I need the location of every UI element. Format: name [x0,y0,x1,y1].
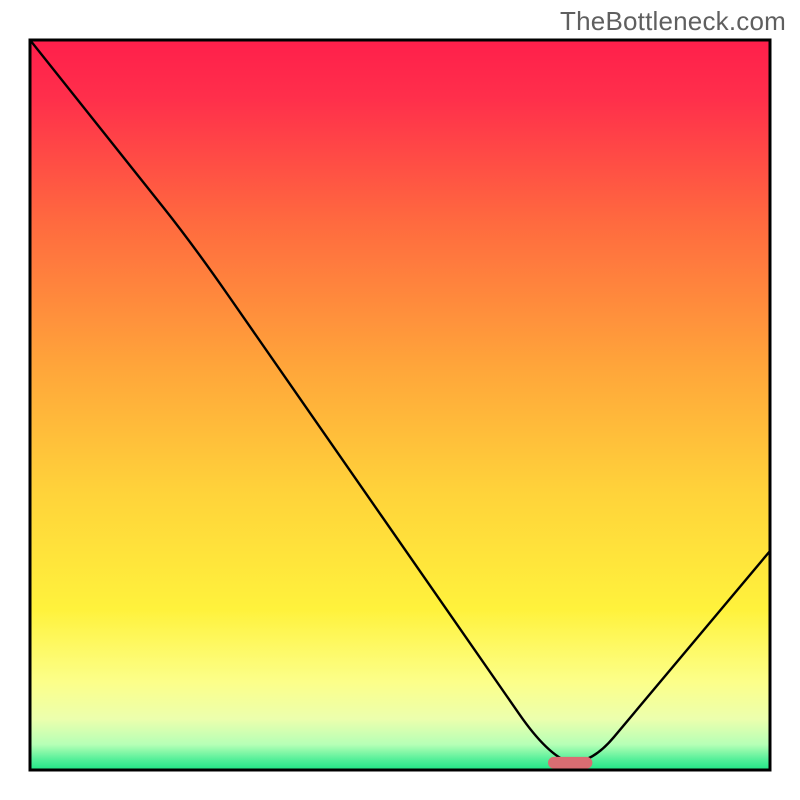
bottleneck-chart [0,0,800,800]
chart-container: TheBottleneck.com [0,0,800,800]
plot-background-gradient [30,40,770,770]
optimal-marker [548,757,592,769]
watermark-text: TheBottleneck.com [560,6,786,37]
